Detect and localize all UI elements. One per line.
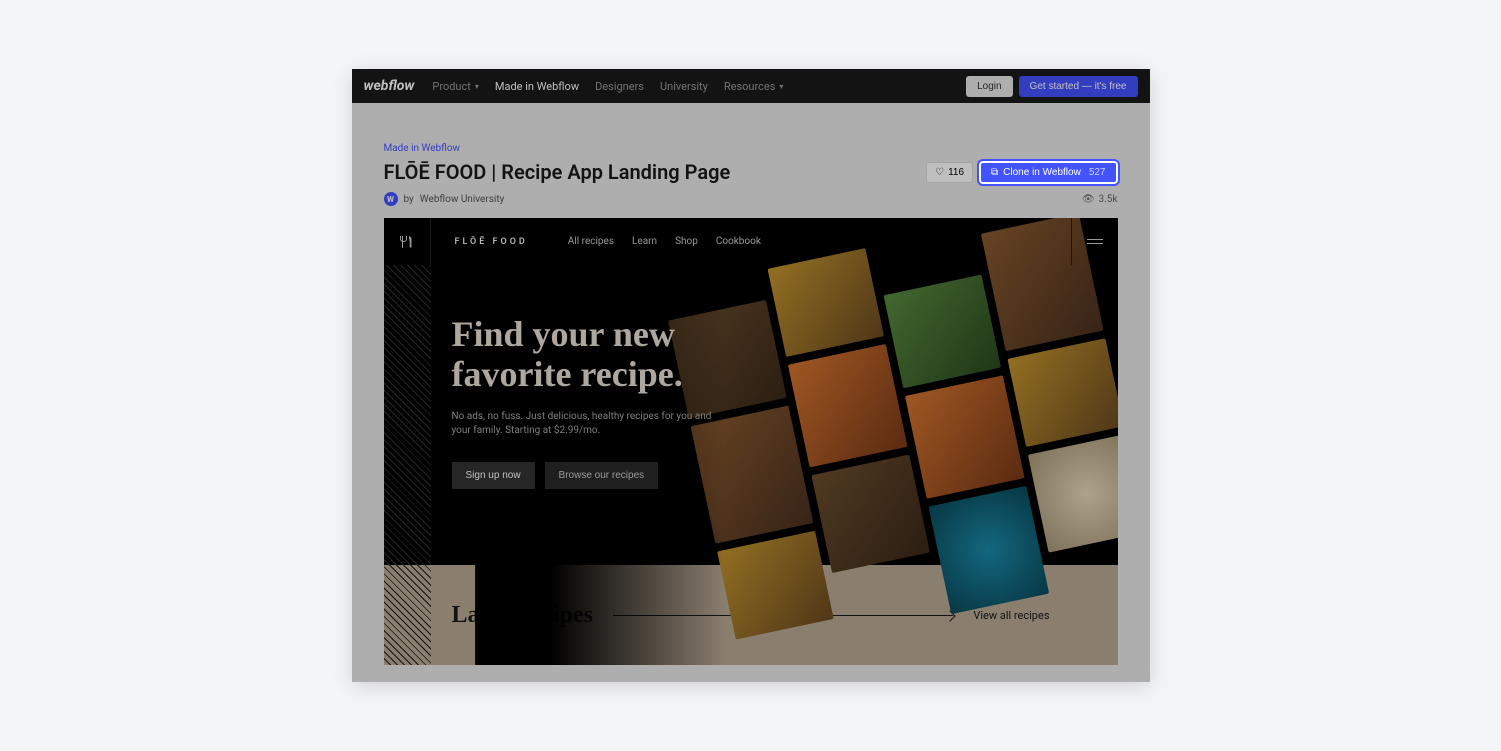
hero-section: Find your new favorite recipe. No ads, n… (384, 265, 1118, 565)
eye-icon: 👁 (1082, 194, 1095, 205)
view-count: 👁 3.5k (1082, 194, 1118, 205)
signup-button[interactable]: Sign up now (452, 462, 535, 489)
preview-nav-all-recipes[interactable]: All recipes (568, 236, 614, 247)
like-button[interactable]: ♡ 116 (926, 162, 973, 183)
food-image (904, 375, 1024, 498)
food-image (717, 531, 834, 640)
preview-nav-learn[interactable]: Learn (632, 236, 657, 247)
byline-prefix: by (404, 194, 414, 205)
hero-title: Find your new favorite recipe. (452, 315, 712, 394)
hero-subtitle: No ads, no fuss. Just delicious, healthy… (452, 410, 712, 438)
get-started-button[interactable]: Get started — it's free (1019, 76, 1138, 97)
nav-product[interactable]: Product▾ (432, 80, 478, 93)
food-image (787, 344, 907, 467)
clone-count: 527 (1089, 167, 1106, 178)
decorative-stripe (384, 565, 431, 665)
login-button[interactable]: Login (966, 76, 1012, 97)
utensils-icon[interactable] (384, 218, 431, 265)
clone-in-webflow-button[interactable]: ⧉ Clone in Webflow 527 (979, 161, 1117, 184)
food-image (883, 275, 1001, 389)
food-image (1027, 434, 1117, 553)
browse-recipes-button[interactable]: Browse our recipes (545, 462, 659, 489)
preview-nav: FLŌĒ FOOD All recipes Learn Shop Cookboo… (384, 218, 1118, 265)
food-image (811, 454, 930, 573)
nav-resources[interactable]: Resources▾ (724, 80, 784, 93)
food-gallery (659, 218, 1117, 665)
nav-university[interactable]: University (660, 80, 708, 93)
preview-nav-cookbook[interactable]: Cookbook (716, 236, 761, 247)
food-image (1007, 338, 1118, 447)
hamburger-menu-icon[interactable] (1071, 218, 1118, 265)
byline-author[interactable]: Webflow University (420, 194, 505, 205)
breadcrumb[interactable]: Made in Webflow (384, 143, 1118, 154)
heart-icon: ♡ (935, 167, 944, 178)
avatar: W (384, 192, 398, 206)
food-image (928, 486, 1049, 614)
top-nav: webflow Product▾ Made in Webflow Designe… (352, 69, 1150, 103)
main-content: Made in Webflow FLŌĒ FOOD | Recipe App L… (352, 103, 1150, 682)
page-title: FLŌĒ FOOD | Recipe App Landing Page (384, 160, 731, 184)
webflow-logo[interactable]: webflow (364, 78, 415, 94)
preview-nav-shop[interactable]: Shop (675, 236, 698, 247)
chevron-down-icon: ▾ (475, 82, 479, 91)
layers-icon: ⧉ (991, 167, 998, 178)
nav-designers[interactable]: Designers (595, 80, 644, 93)
preview-logo[interactable]: FLŌĒ FOOD (455, 237, 528, 247)
chevron-down-icon: ▾ (779, 82, 783, 91)
like-count: 116 (948, 167, 964, 178)
nav-made-in-webflow[interactable]: Made in Webflow (495, 80, 579, 93)
site-preview: FLŌĒ FOOD All recipes Learn Shop Cookboo… (384, 218, 1118, 665)
